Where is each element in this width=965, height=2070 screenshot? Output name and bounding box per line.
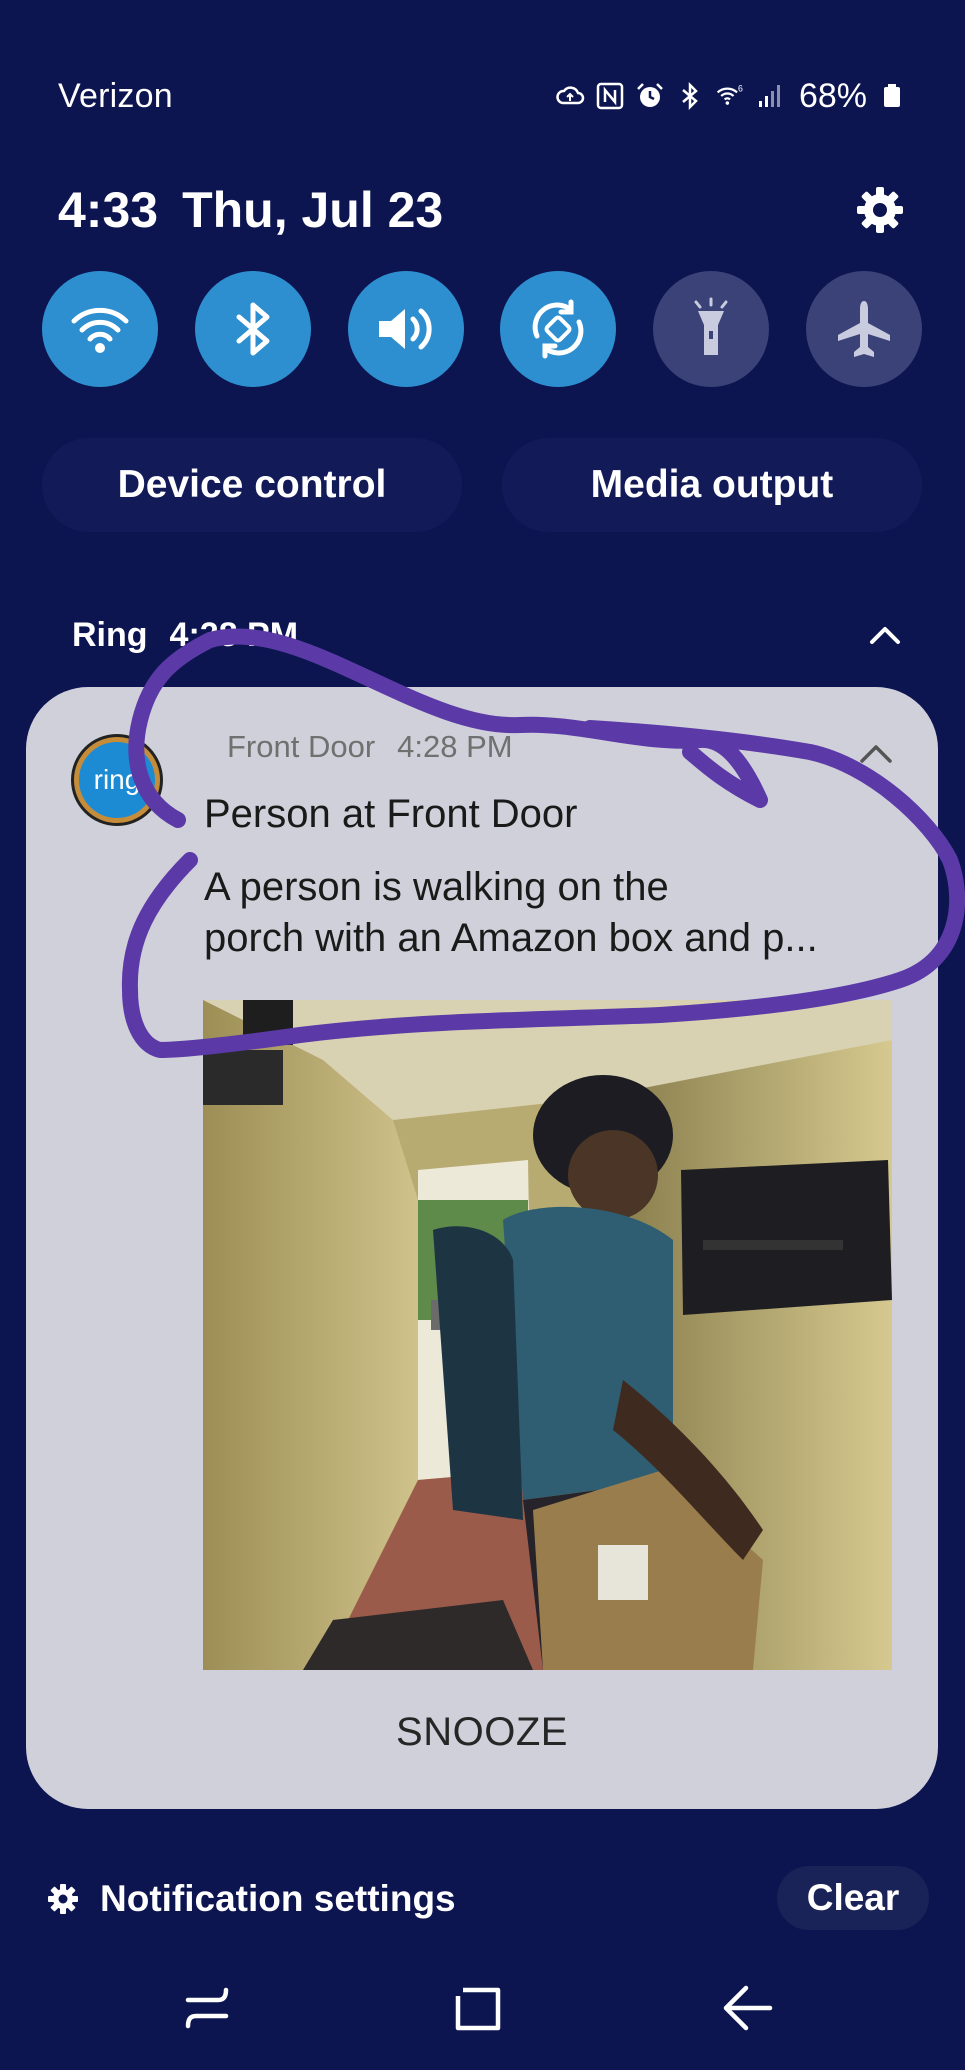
notification-settings-button[interactable]: Notification settings [46,1878,456,1920]
battery-percentage: 68% [798,76,867,115]
wifi-icon [71,307,129,353]
svg-text:6: 6 [738,84,743,94]
doorbell-snapshot[interactable] [203,1000,892,1670]
rotate-icon [533,299,584,359]
nfc-icon [595,81,625,111]
ring-app-avatar: ring [74,737,160,823]
quick-settings [42,271,922,387]
wifi-6-icon: 6 [715,81,745,111]
bluetooth-icon [675,81,705,111]
notification-settings-label: Notification settings [100,1878,456,1919]
notification-body: A person is walking on the porch with an… [204,862,904,964]
notification-title: Person at Front Door [204,792,578,836]
date: Thu, Jul 23 [182,182,444,238]
alarm-icon [635,81,665,111]
gear-icon[interactable] [853,183,907,237]
auto-rotate-toggle[interactable] [500,271,617,387]
notification-meta: Front Door 4:28 PM [227,729,535,765]
shade-footer: Notification settings Clear [0,1866,965,1946]
airplane-icon [837,301,890,357]
navigation-bar [0,1968,965,2038]
notification-card[interactable]: ring Front Door 4:28 PM Person at Front D… [26,687,938,1809]
chevron-up-icon[interactable] [856,739,896,769]
recent-apps-button[interactable] [178,1978,238,2038]
clock: 4:33 Thu, Jul 23 [58,181,467,239]
status-icons: 6 68% [555,77,907,116]
wifi-toggle[interactable] [42,271,158,387]
clear-button[interactable]: Clear [777,1866,929,1930]
snooze-button[interactable]: SNOOZE [26,1710,938,1755]
signal-icon [755,81,785,111]
chevron-up-icon[interactable] [868,624,902,646]
flashlight-icon [694,297,728,355]
airplane-toggle[interactable] [805,271,922,387]
media-output-button[interactable]: Media output [502,438,922,532]
back-icon [723,1985,773,2031]
home-icon [453,1986,501,2031]
gear-icon [48,1884,78,1914]
home-button[interactable] [448,1978,508,2038]
group-app-name: Ring [72,615,148,654]
notification-body-line: porch with an Amazon box and p... [204,916,818,960]
status-bar: Verizon 6 68% [0,70,965,122]
datetime-row: 4:33 Thu, Jul 23 [0,175,965,245]
recent-apps-icon [185,1987,229,2029]
volume-icon [378,308,432,350]
notification-body-line: A person is walking on the [204,865,669,909]
flashlight-toggle[interactable] [653,271,770,387]
time: 4:33 [58,182,159,238]
bluetooth-icon [236,302,270,356]
cloud-sync-icon [555,81,585,111]
sound-toggle[interactable] [347,271,464,387]
battery-icon [877,81,907,111]
back-button[interactable] [718,1978,778,2038]
device-control-button[interactable]: Device control [42,438,462,532]
bluetooth-toggle[interactable] [194,271,311,387]
control-pills: Device control Media output [42,438,922,532]
group-time: 4:28 PM [169,615,299,654]
notification-source: Front Door [227,729,376,764]
notification-time: 4:28 PM [397,729,513,764]
notification-group-header[interactable]: Ring 4:28 PM [72,610,902,660]
carrier-name: Verizon [58,76,173,115]
